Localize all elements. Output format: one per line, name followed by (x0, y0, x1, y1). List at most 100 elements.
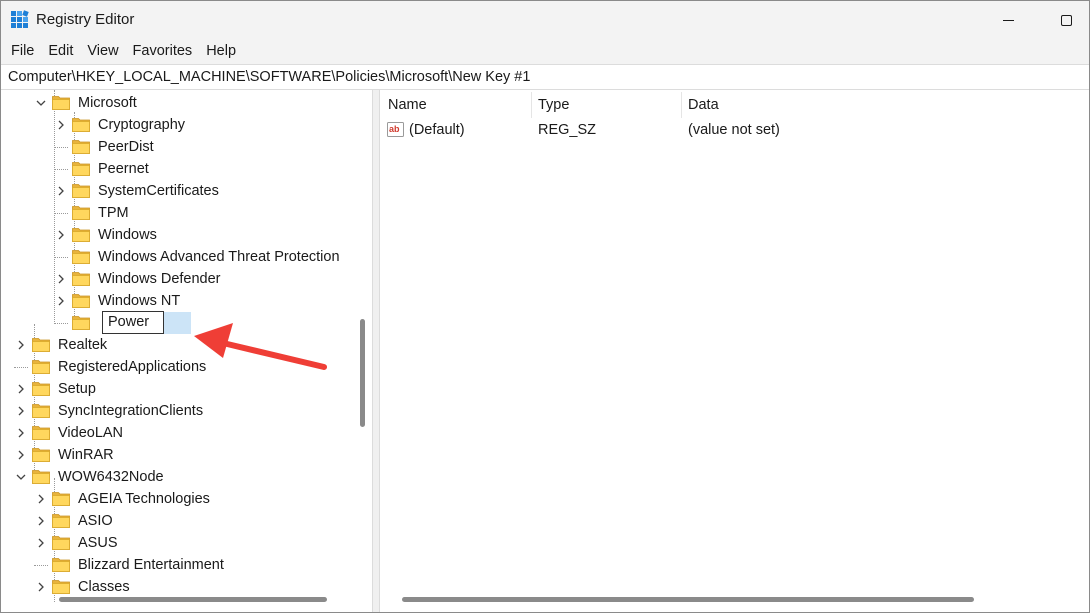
folder-icon (72, 316, 90, 330)
tree-item-label: WinRAR (58, 447, 114, 463)
tree-item-label: ASIO (78, 513, 113, 529)
tree-item-windows-advanced-threat-protection[interactable]: Windows Advanced Threat Protection (1, 246, 353, 268)
menu-edit[interactable]: Edit (41, 39, 80, 64)
tree-item-renaming[interactable] (1, 312, 353, 334)
tree-item-peerdist[interactable]: PeerDist (1, 136, 353, 158)
address-bar[interactable]: Computer\HKEY_LOCAL_MACHINE\SOFTWARE\Pol… (1, 64, 1089, 90)
tree-item-windows-defender[interactable]: Windows Defender (1, 268, 353, 290)
chevron-right-icon[interactable] (15, 449, 27, 461)
chevron-down-icon[interactable] (15, 471, 27, 483)
value-row[interactable]: ab (Default) REG_SZ (value not set) (380, 119, 1089, 141)
value-type: REG_SZ (538, 122, 597, 138)
tree-item-wow6432node[interactable]: WOW6432Node (1, 466, 353, 488)
tree-item-label: SystemCertificates (98, 183, 219, 199)
tree-item-label: RegisteredApplications (58, 359, 207, 375)
tree-item-tpm[interactable]: TPM (1, 202, 353, 224)
chevron-right-icon[interactable] (15, 405, 27, 417)
column-header-data[interactable]: Data (680, 90, 980, 118)
tree-item-label: PeerDist (98, 139, 154, 155)
pane-splitter[interactable] (373, 90, 380, 612)
folder-icon (52, 558, 70, 572)
tree-item-windows-nt[interactable]: Windows NT (1, 290, 353, 312)
chevron-right-icon[interactable] (35, 515, 47, 527)
chevron-right-icon[interactable] (55, 119, 67, 131)
column-header-name[interactable]: Name (380, 90, 531, 118)
folder-icon (72, 250, 90, 264)
string-value-icon: ab (387, 122, 404, 137)
title-bar: Registry Editor (1, 1, 1089, 39)
tree-item-syncintegrationclients[interactable]: SyncIntegrationClients (1, 400, 353, 422)
tree-item-label: WOW6432Node (58, 469, 164, 485)
tree-item-label: Peernet (98, 161, 149, 177)
tree-vertical-scrollbar[interactable] (360, 319, 365, 427)
chevron-down-icon[interactable] (35, 97, 47, 109)
tree-item-windows[interactable]: Windows (1, 224, 353, 246)
tree-item-label: Cryptography (98, 117, 186, 133)
folder-icon (32, 470, 50, 484)
menu-file[interactable]: File (4, 39, 41, 64)
tree-item-peernet[interactable]: Peernet (1, 158, 353, 180)
tree-item-videolan[interactable]: VideoLAN (1, 422, 353, 444)
tree-item-label: Windows Defender (98, 271, 221, 287)
tree-item-systemcertificates[interactable]: SystemCertificates (1, 180, 353, 202)
tree-item-label: Realtek (58, 337, 108, 353)
tree-item-label: TPM (98, 205, 129, 221)
tree-item-label: Windows (98, 227, 157, 243)
tree-item-ageia-technologies[interactable]: AGEIA Technologies (1, 488, 353, 510)
tree-item-blizzard-entertainment[interactable]: Blizzard Entertainment (1, 554, 353, 576)
tree-item-label: VideoLAN (58, 425, 124, 441)
tree-guide-line (14, 367, 28, 368)
folder-icon (52, 514, 70, 528)
chevron-right-icon[interactable] (55, 295, 67, 307)
tree-item-label: Blizzard Entertainment (78, 557, 224, 573)
tree-item-label: Windows Advanced Threat Protection (98, 249, 340, 265)
folder-icon (52, 580, 70, 594)
folder-icon (72, 140, 90, 154)
rename-key-input[interactable]: Power (102, 311, 164, 334)
tree-item-realtek[interactable]: Realtek (1, 334, 353, 356)
chevron-right-icon[interactable] (35, 493, 47, 505)
tree-item-asus[interactable]: ASUS (1, 532, 353, 554)
values-pane: Name Type Data ab (Default) REG_SZ (valu… (380, 90, 1089, 612)
folder-icon (32, 360, 50, 374)
value-data: (value not set) (688, 122, 780, 138)
folder-icon (32, 448, 50, 462)
tree-item-microsoft[interactable]: Microsoft (1, 92, 353, 114)
chevron-right-icon[interactable] (55, 273, 67, 285)
tree-item-setup[interactable]: Setup (1, 378, 353, 400)
tree-item-label: Setup (58, 381, 96, 397)
column-header-type[interactable]: Type (530, 90, 681, 118)
tree-guide-line (54, 147, 68, 148)
tree-item-winrar[interactable]: WinRAR (1, 444, 353, 466)
registry-key-tree[interactable]: Microsoft Cryptography PeerDist Peernet Syst… (1, 90, 373, 612)
chevron-right-icon[interactable] (15, 339, 27, 351)
value-name: (Default) (409, 122, 465, 138)
tree-item-classes[interactable]: Classes (1, 576, 353, 598)
tree-item-label: SyncIntegrationClients (58, 403, 204, 419)
folder-icon (52, 492, 70, 506)
menu-help[interactable]: Help (199, 39, 243, 64)
folder-icon (72, 184, 90, 198)
values-horizontal-scrollbar[interactable] (402, 597, 974, 602)
tree-guide-line (54, 323, 68, 324)
tree-item-registeredapplications[interactable]: RegisteredApplications (1, 356, 353, 378)
chevron-right-icon[interactable] (15, 383, 27, 395)
tree-item-label: AGEIA Technologies (78, 491, 210, 507)
chevron-right-icon[interactable] (15, 427, 27, 439)
menu-bar: File Edit View Favorites Help (1, 39, 1089, 64)
menu-favorites[interactable]: Favorites (126, 39, 200, 64)
folder-icon (72, 228, 90, 242)
chevron-right-icon[interactable] (35, 537, 47, 549)
maximize-button[interactable] (1043, 1, 1089, 39)
minimize-button[interactable] (985, 1, 1031, 39)
registry-editor-app-icon (11, 10, 29, 28)
folder-icon (72, 272, 90, 286)
folder-icon (52, 96, 70, 110)
chevron-right-icon[interactable] (55, 229, 67, 241)
chevron-right-icon[interactable] (55, 185, 67, 197)
tree-item-asio[interactable]: ASIO (1, 510, 353, 532)
tree-item-cryptography[interactable]: Cryptography (1, 114, 353, 136)
chevron-right-icon[interactable] (35, 581, 47, 593)
tree-item-label: Windows NT (98, 293, 181, 309)
menu-view[interactable]: View (80, 39, 125, 64)
